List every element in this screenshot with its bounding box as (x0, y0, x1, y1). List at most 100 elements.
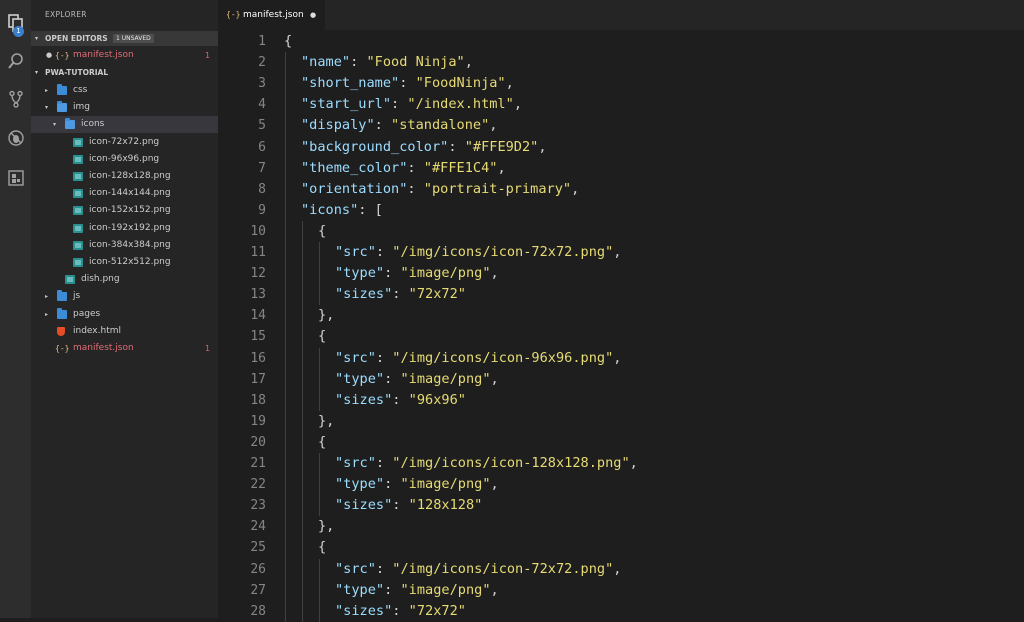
code-line[interactable]: "name": "Food Ninja", (301, 52, 473, 73)
json-value: "image/png" (400, 581, 491, 598)
chevron-down-icon: ▾ (53, 121, 57, 129)
code-line[interactable]: { (318, 432, 326, 453)
code-line[interactable]: }, (318, 411, 334, 432)
json-key: "sizes" (335, 391, 393, 408)
search-icon[interactable] (0, 44, 31, 78)
tree-file[interactable]: dish.png (31, 271, 218, 288)
json-value: "Food Ninja" (366, 54, 465, 71)
tree-item-label: icon-512x512.png (89, 257, 171, 267)
code-line[interactable]: "start_url": "/index.html", (301, 94, 522, 115)
code-line[interactable]: { (318, 537, 326, 558)
line-number: 24 (250, 519, 266, 535)
code-line[interactable]: "src": "/img/icons/icon-96x96.png", (335, 348, 621, 369)
chevron-right-icon: ▸ (45, 293, 49, 301)
code-line[interactable]: }, (318, 516, 334, 537)
tab-manifest-json[interactable]: {-} manifest.json ● (218, 0, 325, 30)
tree-file[interactable]: icon-152x152.png (31, 202, 218, 219)
code-line[interactable]: }, (318, 305, 334, 326)
json-key: "sizes" (335, 602, 393, 619)
code-line[interactable]: { (284, 31, 292, 52)
code-line[interactable]: "type": "image/png", (335, 474, 499, 495)
image-file-icon (73, 258, 83, 267)
tree-item-label: icon-144x144.png (89, 188, 171, 199)
json-key: "src" (335, 349, 376, 366)
tree-file[interactable]: {-} manifest.json 1 (31, 340, 218, 357)
code-line[interactable]: "src": "/img/icons/icon-72x72.png", (335, 559, 621, 580)
source-control-icon[interactable] (0, 82, 31, 116)
tree-file[interactable]: icon-128x128.png (31, 168, 218, 185)
code-line[interactable]: "background_color": "#FFE9D2", (301, 137, 547, 158)
json-punctuation: { (318, 328, 327, 345)
code-line[interactable]: "sizes": "72x72" (335, 601, 466, 622)
tree-folder-css[interactable]: ▸ css (31, 82, 218, 99)
code-line[interactable]: "dispaly": "standalone", (301, 115, 497, 136)
open-editor-item[interactable]: ● {-} manifest.json 1 (31, 47, 218, 64)
code-line[interactable]: "short_name": "FoodNinja", (301, 73, 514, 94)
json-file-icon: {-} (55, 51, 70, 60)
project-header[interactable]: ▾ PWA-TUTORIAL (31, 65, 218, 80)
line-number: 17 (250, 371, 266, 387)
line-number: 18 (250, 392, 266, 408)
code-line[interactable]: "type": "image/png", (335, 369, 499, 390)
tree-item-label: manifest.json (73, 343, 134, 353)
files-icon[interactable]: 1 (0, 6, 31, 40)
line-number: 21 (250, 456, 266, 471)
json-punctuation: { (318, 539, 327, 556)
code-line[interactable]: "orientation": "portrait-primary", (301, 179, 579, 200)
json-value: "/img/icons/icon-96x96.png" (392, 349, 614, 366)
json-key: "type" (335, 265, 385, 282)
tree-folder-img[interactable]: ▾ img (31, 99, 218, 116)
json-value: "72x72" (408, 286, 466, 303)
code-line[interactable]: "type": "image/png", (335, 263, 499, 284)
tree-folder-pages[interactable]: ▸ pages (31, 306, 218, 323)
json-punctuation: , (490, 265, 499, 282)
explorer-title: EXPLORER (45, 10, 87, 19)
code-line[interactable]: "sizes": "128x128" (335, 495, 482, 516)
tree-file[interactable]: icon-192x192.png (31, 220, 218, 237)
open-editor-label: manifest.json (73, 50, 134, 60)
activity-bar: 1 (0, 0, 31, 618)
json-punctuation: : (384, 265, 401, 282)
json-punctuation: , (490, 581, 499, 598)
json-key: "src" (335, 560, 376, 577)
tree-item-label: icon-192x192.png (89, 222, 171, 233)
unsaved-dot-icon[interactable]: ● (310, 0, 316, 30)
open-editors-header[interactable]: ▾ OPEN EDITORS 1 UNSAVED (31, 31, 218, 46)
tree-file[interactable]: icon-96x96.png (31, 151, 218, 168)
json-punctuation: , (490, 476, 499, 493)
json-value: "/img/icons/icon-72x72.png" (392, 244, 614, 260)
indent-guide (319, 242, 320, 306)
tree-file[interactable]: index.html (31, 323, 218, 340)
tree-folder-icons[interactable]: ▾ icons (31, 116, 218, 134)
line-number: 2 (258, 55, 266, 71)
tree-item-label: img (73, 102, 90, 113)
code-line[interactable]: "sizes": "96x96" (335, 390, 466, 411)
code-line[interactable]: "src": "/img/icons/icon-72x72.png", (335, 242, 621, 263)
line-number: 20 (250, 434, 266, 450)
tree-item-label: js (73, 291, 81, 302)
tree-file[interactable]: icon-512x512.png (31, 254, 218, 271)
code-line[interactable]: "type": "image/png", (335, 580, 499, 601)
code-editor[interactable]: 1 2 3 4 5 6 7 8 9 10 11 12 13 14 15 16 17 18 19 20 21 22 23 24 2… (218, 30, 1024, 622)
json-punctuation: , (490, 370, 499, 387)
tree-file[interactable]: icon-72x72.png (31, 134, 218, 151)
code-line[interactable]: "src": "/img/icons/icon-128x128.png", (335, 453, 638, 474)
code-line[interactable]: { (318, 326, 326, 347)
line-number: 11 (250, 245, 266, 260)
folder-open-icon (65, 118, 75, 130)
json-punctuation: : (384, 476, 401, 493)
code-line[interactable]: "theme_color": "#FFE1C4", (301, 158, 506, 179)
debug-icon[interactable] (0, 121, 31, 155)
json-key: "sizes" (335, 286, 393, 303)
code-line[interactable]: "icons": [ (301, 200, 383, 221)
tree-file[interactable]: icon-144x144.png (31, 185, 218, 202)
code-line[interactable]: { (318, 221, 326, 242)
code-line[interactable]: "sizes": "72x72" (335, 284, 466, 305)
tree-folder-js[interactable]: ▸ js (31, 288, 218, 305)
folder-open-icon (57, 101, 67, 113)
line-number: 28 (250, 603, 266, 619)
tree-item-label: icon-96x96.png (89, 153, 160, 164)
json-punctuation: , (629, 455, 638, 471)
extensions-icon[interactable] (0, 161, 31, 195)
tree-file[interactable]: icon-384x384.png (31, 237, 218, 254)
